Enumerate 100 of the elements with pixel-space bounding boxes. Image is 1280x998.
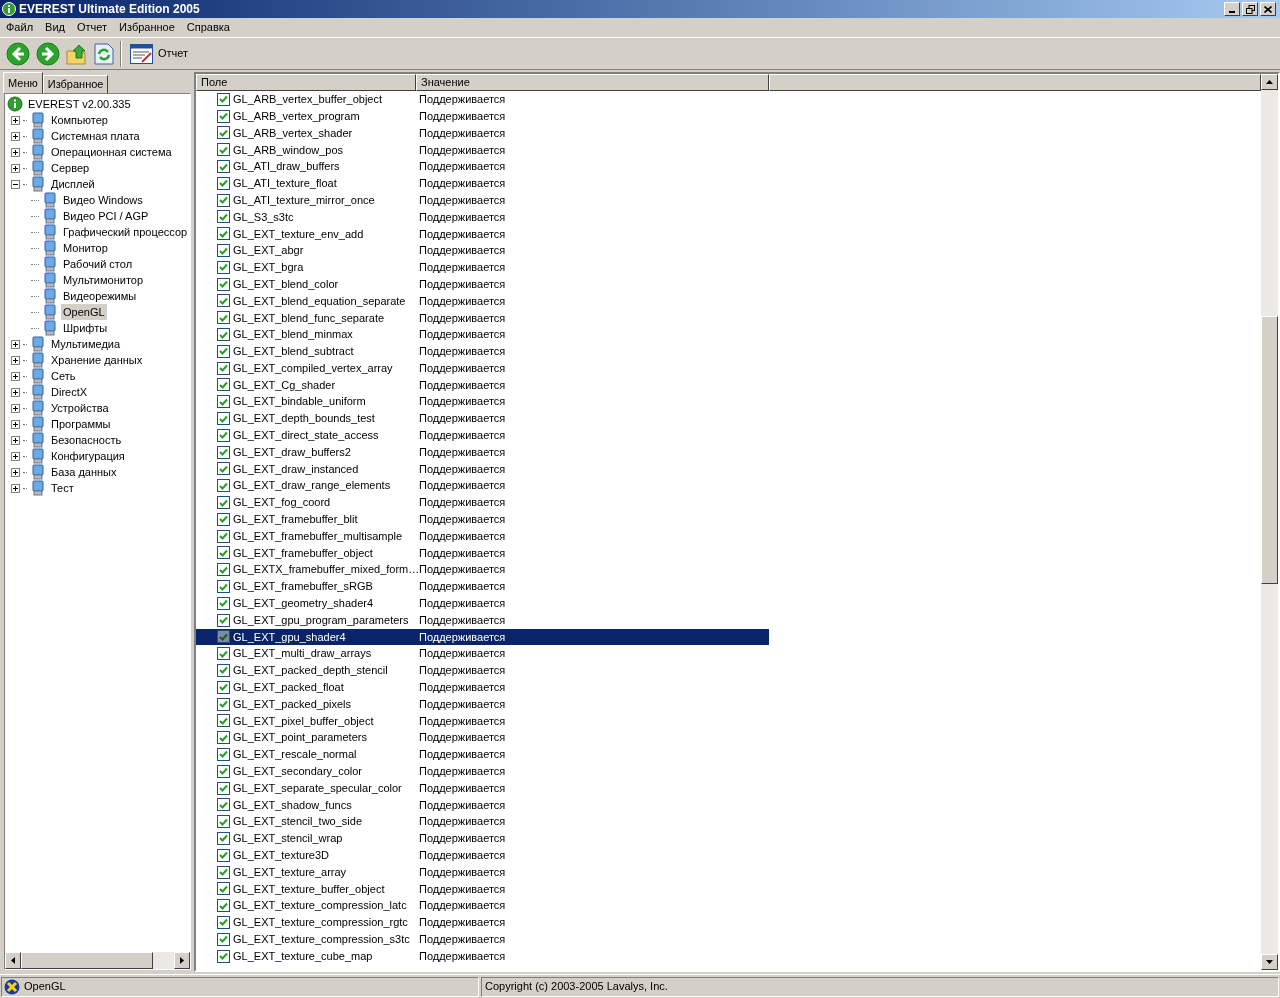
expand-toggle[interactable] xyxy=(11,163,20,173)
expand-toggle[interactable] xyxy=(11,147,20,157)
checkbox[interactable] xyxy=(217,664,230,677)
checkbox[interactable] xyxy=(217,764,230,778)
checkbox[interactable] xyxy=(217,193,230,207)
checkbox[interactable] xyxy=(217,294,230,308)
restore-button[interactable] xyxy=(1242,2,1258,16)
checkbox[interactable] xyxy=(217,882,230,896)
tree-item[interactable]: Безопасность xyxy=(49,431,124,449)
table-row[interactable]: GL_EXT_blend_color Поддерживается xyxy=(196,275,769,293)
scroll-down-button[interactable] xyxy=(1261,954,1278,970)
checkbox[interactable] xyxy=(217,160,230,174)
checkbox[interactable] xyxy=(217,344,230,358)
checkbox[interactable] xyxy=(217,899,230,913)
scroll-left-button[interactable] xyxy=(5,952,21,969)
table-row[interactable]: GL_EXT_separate_specular_color Поддерживается xyxy=(196,779,769,797)
table-row[interactable]: GL_EXT_packed_depth_stencil Поддерживается xyxy=(196,662,769,679)
checkbox[interactable] xyxy=(217,496,230,509)
tree-item[interactable]: Сеть xyxy=(49,367,78,385)
checkbox[interactable] xyxy=(217,563,230,577)
expand-toggle[interactable] xyxy=(11,371,20,381)
tree-item[interactable]: Шрифты xyxy=(61,319,110,337)
column-header[interactable]: Поле xyxy=(196,74,416,91)
tree-item[interactable]: Программы xyxy=(49,415,113,433)
tree-item[interactable]: Мультимедиа xyxy=(49,335,123,353)
checkbox[interactable] xyxy=(217,428,230,442)
expand-toggle[interactable] xyxy=(11,403,20,413)
checkbox[interactable] xyxy=(217,328,230,342)
table-row[interactable]: GL_EXT_bgra Поддерживается xyxy=(196,258,769,276)
column-header[interactable]: Значение xyxy=(416,74,769,91)
table-row[interactable]: GL_EXT_stencil_wrap Поддерживается xyxy=(196,830,769,847)
tree-item[interactable]: EVEREST v2.00.335 xyxy=(26,95,133,113)
menu-item[interactable]: Справка xyxy=(181,18,235,37)
checkbox[interactable] xyxy=(217,227,230,241)
checkbox[interactable] xyxy=(217,512,230,526)
table-row[interactable]: GL_EXT_blend_equation_separate Поддерживается xyxy=(196,292,769,310)
table-row[interactable]: GL_EXT_texture_compression_latc Поддерживается xyxy=(196,897,769,915)
checkbox[interactable] xyxy=(217,596,230,610)
checkbox[interactable] xyxy=(217,143,230,157)
expand-toggle[interactable] xyxy=(11,483,20,493)
table-row[interactable]: GL_EXT_multi_draw_arrays Поддерживается xyxy=(196,645,769,663)
expand-toggle[interactable] xyxy=(11,387,20,397)
expand-toggle[interactable] xyxy=(11,467,20,477)
table-row[interactable]: GL_ARB_vertex_shader Поддерживается xyxy=(196,124,769,142)
tree-item[interactable]: Конфигурация xyxy=(49,447,127,465)
table-row[interactable]: GL_EXT_blend_func_separate Поддерживается xyxy=(196,309,769,327)
table-row[interactable]: GL_EXT_shadow_funcs Поддерживается xyxy=(196,796,769,814)
table-row[interactable]: GL_EXT_texture_array Поддерживается xyxy=(196,863,769,881)
table-row[interactable]: GL_EXT_pixel_buffer_object Поддерживается xyxy=(196,712,769,730)
table-row[interactable]: GL_EXT_framebuffer_sRGB Поддерживается xyxy=(196,578,769,595)
table-row[interactable]: GL_EXT_depth_bounds_test Поддерживается xyxy=(196,410,769,427)
folder-up-icon[interactable] xyxy=(66,42,88,65)
checkbox[interactable] xyxy=(217,395,230,409)
scroll-thumb[interactable] xyxy=(1261,316,1278,584)
table-row[interactable]: GL_EXT_texture3D Поддерживается xyxy=(196,846,769,864)
table-row[interactable]: GL_ATI_draw_buffers Поддерживается xyxy=(196,158,769,175)
close-button[interactable] xyxy=(1260,2,1276,16)
table-row[interactable]: GL_ATI_texture_mirror_once Поддерживается xyxy=(196,191,769,209)
checkbox[interactable] xyxy=(217,176,230,190)
checkbox[interactable] xyxy=(217,647,230,661)
tree-item[interactable]: DirectX xyxy=(49,383,90,401)
expand-toggle[interactable] xyxy=(11,355,20,365)
checkbox[interactable] xyxy=(217,714,230,728)
vertical-scrollbar[interactable] xyxy=(1261,74,1278,970)
tree-item[interactable]: Графический процессор xyxy=(61,223,190,241)
table-row[interactable]: GL_EXT_rescale_normal Поддерживается xyxy=(196,746,769,763)
table-row[interactable]: GL_EXT_blend_minmax Поддерживается xyxy=(196,326,769,343)
checkbox[interactable] xyxy=(217,210,230,224)
checkbox[interactable] xyxy=(217,311,230,325)
table-row[interactable]: GL_EXTX_framebuffer_mixed_form…Поддерживается xyxy=(196,561,769,579)
checkbox[interactable] xyxy=(217,260,230,274)
expand-toggle[interactable] xyxy=(11,451,20,461)
tree-item[interactable]: Операционная система xyxy=(49,143,174,161)
table-row[interactable]: GL_EXT_texture_compression_rgtc Поддерживается xyxy=(196,914,769,931)
menu-item[interactable]: Избранное xyxy=(114,18,180,37)
scroll-thumb[interactable] xyxy=(21,952,153,969)
table-row[interactable]: GL_EXT_stencil_two_side Поддерживается xyxy=(196,813,769,831)
table-row[interactable]: GL_EXT_point_parameters Поддерживается xyxy=(196,729,769,747)
checkbox[interactable] xyxy=(217,277,230,291)
checkbox[interactable] xyxy=(217,915,230,929)
checkbox[interactable] xyxy=(217,580,230,593)
tree-item[interactable]: Устройства xyxy=(49,399,111,417)
minimize-button[interactable] xyxy=(1224,2,1240,16)
checkbox[interactable] xyxy=(217,109,230,123)
checkbox[interactable] xyxy=(217,546,230,560)
forward-icon[interactable] xyxy=(36,41,60,66)
table-row[interactable]: GL_EXT_draw_buffers2 Поддерживается xyxy=(196,443,769,461)
table-row[interactable]: GL_EXT_framebuffer_object Поддерживается xyxy=(196,544,769,562)
tree-item[interactable]: Дисплей xyxy=(49,175,97,193)
checkbox[interactable] xyxy=(217,815,230,829)
refresh-icon[interactable] xyxy=(94,42,114,65)
table-row[interactable]: GL_EXT_texture_env_add Поддерживается xyxy=(196,225,769,243)
table-row[interactable]: GL_EXT_packed_float Поддерживается xyxy=(196,678,769,696)
checkbox[interactable] xyxy=(217,747,230,761)
checkbox[interactable] xyxy=(217,731,230,745)
checkbox[interactable] xyxy=(217,479,230,493)
table-row[interactable]: GL_EXT_texture_compression_s3tc Поддерживается xyxy=(196,930,769,948)
scroll-right-button[interactable] xyxy=(174,952,190,969)
checkbox[interactable] xyxy=(217,865,230,879)
checkbox[interactable] xyxy=(217,445,230,459)
